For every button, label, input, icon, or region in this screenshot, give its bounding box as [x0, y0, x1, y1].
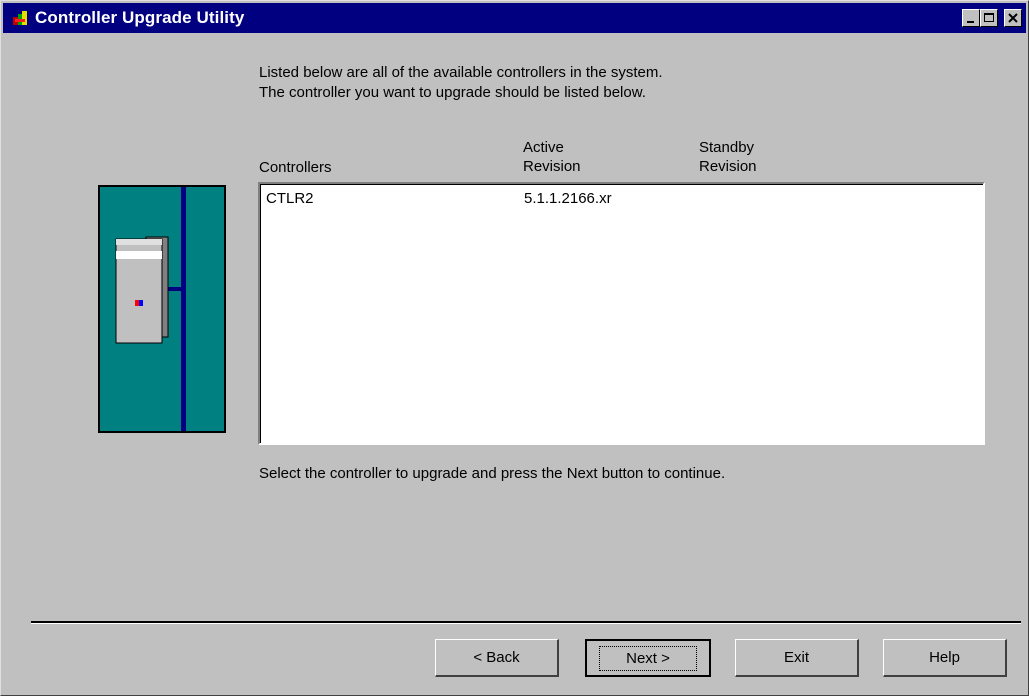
minimize-button[interactable]: [962, 9, 980, 27]
intro-line-2: The controller you want to upgrade shoul…: [259, 84, 646, 101]
minimize-icon: [967, 21, 974, 23]
upgrade-utility-window: Controller Upgrade Utility Listed below …: [0, 0, 1029, 696]
title-bar[interactable]: Controller Upgrade Utility: [3, 3, 1026, 33]
column-header-controllers-label: Controllers: [259, 159, 332, 176]
back-button[interactable]: < Back: [435, 639, 559, 677]
intro-line-1: Listed below are all of the available co…: [259, 64, 663, 81]
controllers-list[interactable]: CTLR2 5.1.1.2166.xr: [258, 182, 985, 445]
close-button[interactable]: [1004, 9, 1022, 27]
column-header-active-line2: Revision: [523, 158, 581, 175]
instruction-text: Select the controller to upgrade and pre…: [259, 465, 726, 482]
list-item[interactable]: CTLR2 5.1.1.2166.xr: [261, 187, 983, 209]
column-header-controllers: Controllers: [259, 158, 332, 177]
maximize-button[interactable]: [980, 9, 998, 27]
controller-name: CTLR2: [266, 190, 314, 207]
column-header-standby-line1: Standby: [699, 139, 755, 156]
close-icon: [1008, 13, 1018, 23]
window-title: Controller Upgrade Utility: [35, 8, 245, 27]
next-button[interactable]: Next >: [585, 639, 711, 677]
help-button[interactable]: Help: [883, 639, 1007, 677]
back-button-label: < Back: [473, 649, 520, 666]
intro-text: Listed below are all of the available co…: [259, 63, 663, 103]
app-icon[interactable]: [13, 11, 27, 25]
footer-divider: [31, 621, 1021, 624]
column-header-standby-line2: Revision: [699, 158, 757, 175]
column-header-active-revision: Active Revision: [523, 138, 581, 176]
column-header-active-line1: Active: [523, 139, 564, 156]
controller-cabinet-illustration: [98, 185, 226, 433]
help-button-label: Help: [929, 649, 960, 666]
maximize-icon: [984, 13, 994, 22]
exit-button[interactable]: Exit: [735, 639, 859, 677]
next-button-label: Next >: [599, 645, 697, 671]
controller-active-revision: 5.1.1.2166.xr: [524, 190, 612, 207]
exit-button-label: Exit: [783, 649, 809, 666]
column-header-standby-revision: Standby Revision: [699, 138, 757, 176]
